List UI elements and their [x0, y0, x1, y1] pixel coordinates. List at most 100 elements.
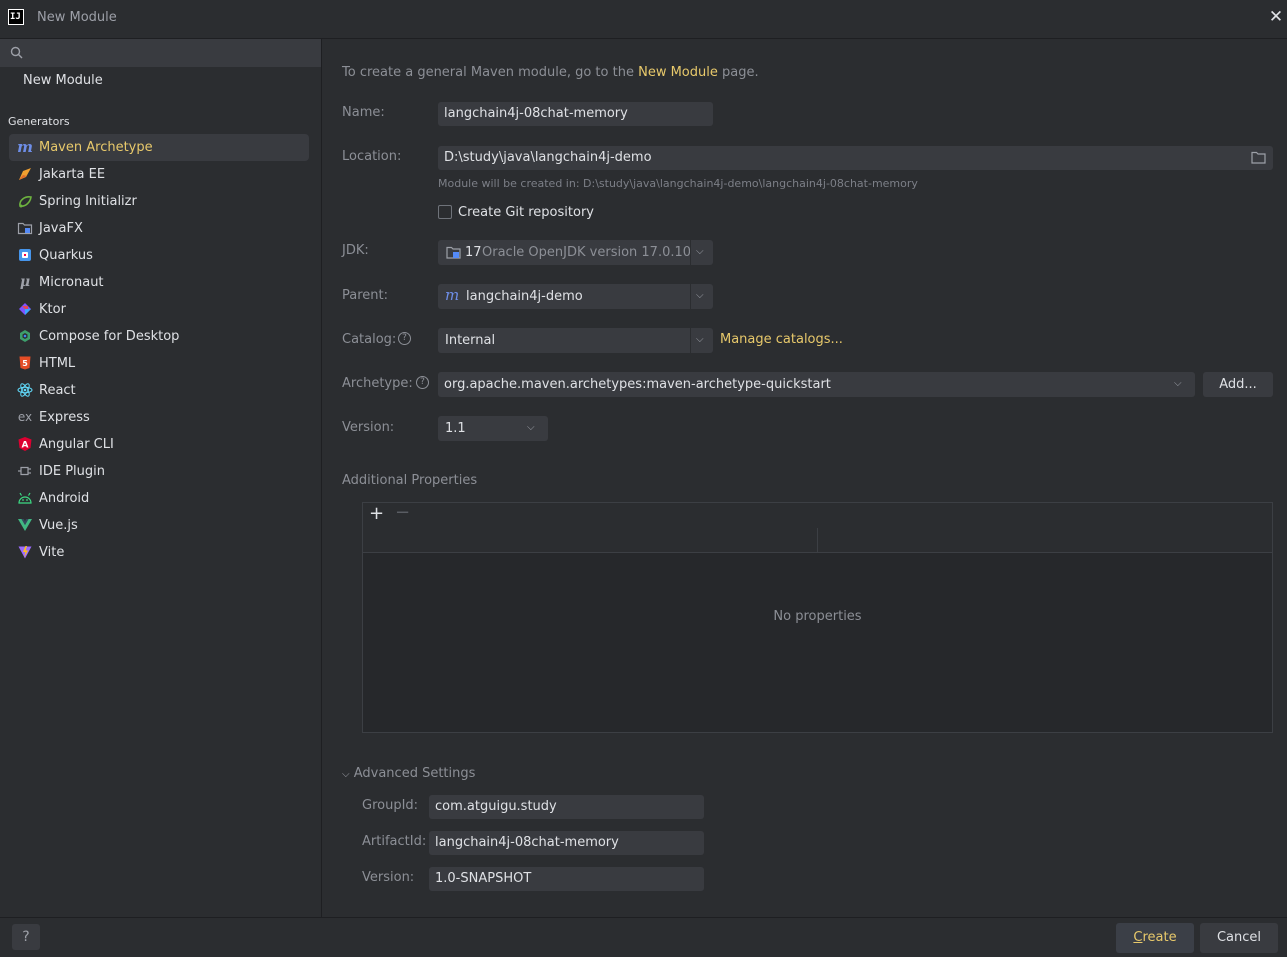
maven-icon: m: [17, 138, 33, 156]
sidebar-item-label: Android: [39, 491, 90, 506]
sidebar-item-android[interactable]: Android: [9, 485, 309, 512]
vite-icon: [17, 544, 33, 560]
sidebar-item-label: Vite: [39, 545, 65, 560]
jdk-select[interactable]: 17 Oracle OpenJDK version 17.0.10 ⌵: [438, 240, 713, 265]
sidebar-item-new-module[interactable]: New Module: [23, 73, 103, 88]
sidebar-item-label: Vue.js: [39, 518, 78, 533]
name-value: langchain4j-08chat-memory: [444, 106, 628, 121]
artifactid-label: ArtifactId:: [362, 834, 427, 849]
advanced-settings-toggle[interactable]: ⌵ Advanced Settings: [342, 766, 475, 781]
archetype-label: Archetype:: [342, 376, 413, 391]
help-button[interactable]: ?: [12, 924, 40, 950]
parent-value: langchain4j-demo: [466, 289, 583, 304]
manage-catalogs-link[interactable]: Manage catalogs...: [720, 332, 843, 347]
jdk-folder-icon: [446, 246, 461, 259]
no-properties-text: No properties: [773, 609, 862, 624]
sidebar-item-spring-initializr[interactable]: Spring Initializr: [9, 188, 309, 215]
sidebar-item-javafx[interactable]: JavaFX: [9, 215, 309, 242]
version-select[interactable]: 1.1 ⌵: [438, 416, 548, 441]
sidebar-item-label: Micronaut: [39, 275, 104, 290]
remove-property-icon[interactable]: −: [395, 502, 410, 523]
location-label: Location:: [342, 149, 402, 164]
properties-table: + − No properties: [362, 502, 1273, 733]
ktor-icon: [17, 301, 33, 317]
sidebar-item-angular-cli[interactable]: A Angular CLI: [9, 431, 309, 458]
parent-select[interactable]: m langchain4j-demo ⌵: [438, 284, 713, 309]
sidebar-item-label: Jakarta EE: [39, 167, 106, 182]
dialog-footer: ? Create Cancel: [0, 917, 1287, 957]
location-field[interactable]: D:\study\java\langchain4j-demo: [438, 146, 1273, 170]
artifactid-field[interactable]: langchain4j-08chat-memory: [429, 831, 704, 855]
chevron-down-icon: ⌵: [696, 290, 704, 301]
properties-header-row: [363, 528, 1272, 553]
artifactid-value: langchain4j-08chat-memory: [435, 835, 619, 850]
archetype-select[interactable]: org.apache.maven.archetypes:maven-archet…: [438, 372, 1195, 397]
groupid-value: com.atguigu.study: [435, 799, 557, 814]
intro-suffix: page.: [722, 65, 759, 80]
jdk-name: Oracle OpenJDK version 17.0.10: [482, 245, 692, 260]
advanced-settings-label: Advanced Settings: [353, 766, 476, 781]
dropdown-divider: [690, 328, 691, 353]
name-label: Name:: [342, 105, 385, 120]
svg-text:A: A: [22, 441, 29, 451]
add-property-icon[interactable]: +: [369, 503, 384, 524]
sidebar-item-vite[interactable]: Vite: [9, 539, 309, 566]
sidebar-item-quarkus[interactable]: Quarkus: [9, 242, 309, 269]
sidebar-item-maven-archetype[interactable]: m Maven Archetype: [9, 134, 309, 161]
catalog-value: Internal: [445, 333, 496, 348]
chevron-down-icon: ⌵: [527, 422, 535, 433]
adv-version-label: Version:: [362, 870, 415, 885]
cancel-button[interactable]: Cancel: [1200, 923, 1278, 953]
chevron-down-icon: ⌵: [696, 246, 704, 257]
chevron-down-icon: ⌵: [696, 334, 704, 345]
help-circle-icon[interactable]: ?: [416, 376, 429, 389]
sidebar-item-compose-desktop[interactable]: Compose for Desktop: [9, 323, 309, 350]
angular-icon: A: [17, 436, 33, 452]
svg-text:5: 5: [22, 359, 28, 368]
sidebar-item-ide-plugin[interactable]: IDE Plugin: [9, 458, 309, 485]
catalog-select[interactable]: Internal ⌵: [438, 328, 713, 353]
react-icon: [17, 382, 33, 398]
quarkus-icon: [17, 247, 33, 263]
dropdown-divider: [690, 284, 691, 309]
add-archetype-button[interactable]: Add...: [1203, 372, 1273, 397]
sidebar-item-jakarta-ee[interactable]: Jakarta EE: [9, 161, 309, 188]
adv-version-field[interactable]: 1.0-SNAPSHOT: [429, 867, 704, 891]
folder-browse-icon[interactable]: [1251, 151, 1266, 164]
dropdown-divider: [690, 240, 691, 265]
sidebar-item-label: Ktor: [39, 302, 66, 317]
new-module-link[interactable]: New Module: [638, 65, 718, 80]
groupid-field[interactable]: com.atguigu.study: [429, 795, 704, 819]
sidebar-item-ktor[interactable]: Ktor: [9, 296, 309, 323]
help-circle-icon[interactable]: ?: [398, 332, 411, 345]
android-icon: [17, 490, 33, 506]
sidebar-item-vuejs[interactable]: Vue.js: [9, 512, 309, 539]
maven-icon: m: [445, 286, 460, 304]
generators-heading: Generators: [8, 115, 70, 128]
archetype-value: org.apache.maven.archetypes:maven-archet…: [444, 377, 831, 392]
search-bar: [0, 39, 321, 67]
sidebar-item-micronaut[interactable]: μ Micronaut: [9, 269, 309, 296]
location-value: D:\study\java\langchain4j-demo: [444, 150, 652, 165]
express-icon: ex: [17, 410, 33, 424]
sidebar-item-html[interactable]: 5 HTML: [9, 350, 309, 377]
sidebar-item-label: Maven Archetype: [39, 140, 153, 155]
jdk-version: 17: [465, 245, 482, 260]
create-git-checkbox[interactable]: [438, 205, 452, 219]
javafx-icon: [17, 220, 33, 236]
sidebar-item-label: React: [39, 383, 76, 398]
sidebar-item-express[interactable]: ex Express: [9, 404, 309, 431]
properties-toolbar: + −: [363, 502, 1272, 529]
search-input[interactable]: [28, 43, 312, 65]
close-icon[interactable]: ✕: [1267, 8, 1285, 26]
create-button[interactable]: Create: [1116, 923, 1194, 953]
sidebar: New Module Generators m Maven Archetype …: [0, 39, 322, 917]
plugin-icon: [17, 463, 33, 479]
sidebar-item-label: HTML: [39, 356, 76, 371]
name-field[interactable]: langchain4j-08chat-memory: [438, 102, 713, 126]
parent-label: Parent:: [342, 288, 388, 303]
chevron-down-icon: ⌵: [1174, 378, 1182, 389]
sidebar-item-react[interactable]: React: [9, 377, 309, 404]
additional-properties-heading: Additional Properties: [342, 473, 478, 488]
micronaut-icon: μ: [19, 274, 31, 290]
